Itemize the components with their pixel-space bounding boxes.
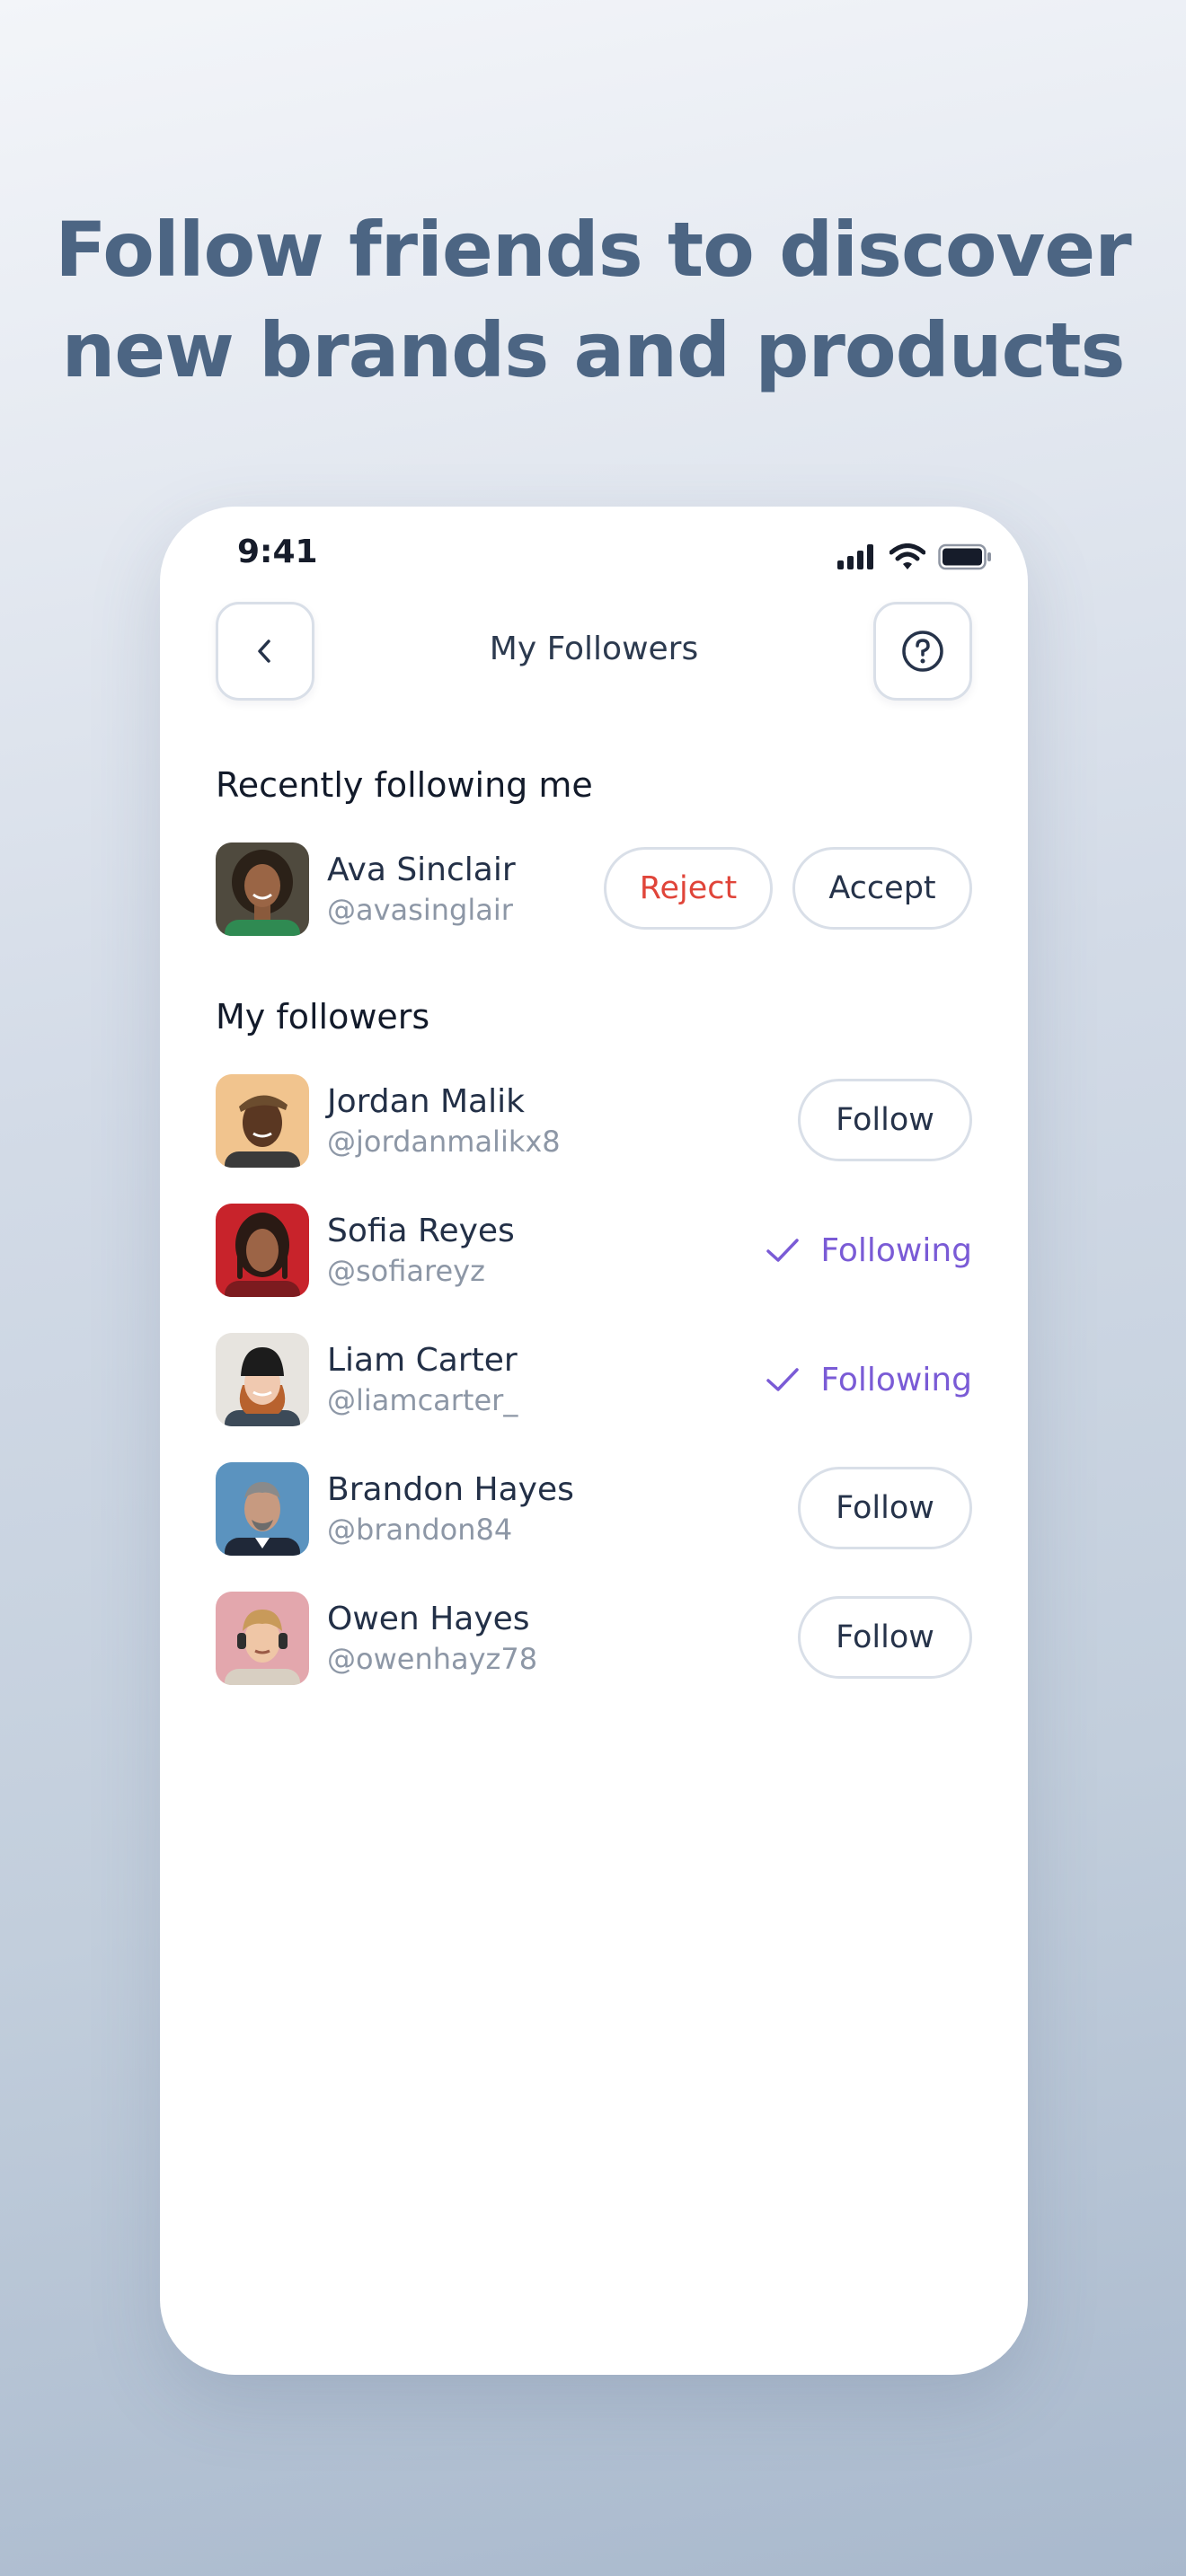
checkmark-icon <box>766 1239 800 1262</box>
follower-handle: @avasinglair <box>327 893 513 927</box>
help-button[interactable] <box>873 602 972 701</box>
follower-name: Brandon Hayes <box>327 1471 574 1508</box>
section-title-followers: My followers <box>216 997 430 1037</box>
follower-row: Jordan Malik @jordanmalikx8 Follow <box>216 1074 972 1168</box>
follow-button[interactable]: Follow <box>798 1079 972 1161</box>
follower-row: Liam Carter @liamcarter_ Following <box>216 1333 972 1426</box>
checkmark-icon <box>766 1368 800 1391</box>
following-label: Following <box>820 1361 972 1398</box>
reject-button[interactable]: Reject <box>604 847 773 930</box>
follower-name: Jordan Malik <box>327 1083 525 1120</box>
battery-icon <box>938 543 991 570</box>
follower-handle: @owenhayz78 <box>327 1642 538 1676</box>
headline: Follow friends to discover new brands an… <box>0 199 1186 401</box>
following-status[interactable]: Following <box>765 1356 972 1403</box>
follower-row: Brandon Hayes @brandon84 Follow <box>216 1462 972 1556</box>
section-title-recent: Recently following me <box>216 765 593 805</box>
avatar <box>216 1204 309 1297</box>
question-circle-icon <box>902 631 943 672</box>
follower-name: Sofia Reyes <box>327 1213 515 1249</box>
follower-name: Ava Sinclair <box>327 851 516 888</box>
avatar <box>216 1462 309 1556</box>
avatar <box>216 1333 309 1426</box>
follower-handle: @sofiareyz <box>327 1254 485 1288</box>
headline-line-1: Follow friends to discover <box>55 206 1131 294</box>
cellular-signal-icon <box>837 544 873 569</box>
follower-handle: @liamcarter_ <box>327 1383 518 1417</box>
status-icons <box>837 539 992 575</box>
follower-row: Owen Hayes @owenhayz78 Follow <box>216 1592 972 1685</box>
status-time: 9:41 <box>237 534 318 570</box>
accept-button[interactable]: Accept <box>792 847 972 930</box>
avatar <box>216 1592 309 1685</box>
avatar <box>216 1074 309 1168</box>
follower-handle: @brandon84 <box>327 1513 513 1547</box>
follower-name: Owen Hayes <box>327 1601 530 1637</box>
following-status[interactable]: Following <box>765 1227 972 1274</box>
headline-line-2: new brands and products <box>61 306 1125 394</box>
follow-request-row: Ava Sinclair @avasinglair Reject Accept <box>216 842 972 936</box>
wifi-icon <box>890 543 925 569</box>
follower-name: Liam Carter <box>327 1342 518 1379</box>
following-label: Following <box>820 1231 972 1269</box>
follow-button[interactable]: Follow <box>798 1596 972 1679</box>
follower-handle: @jordanmalikx8 <box>327 1125 561 1159</box>
phone-screen: 9:41 My Followers Recently following me … <box>160 507 1028 2375</box>
follower-row: Sofia Reyes @sofiareyz Following <box>216 1204 972 1297</box>
avatar <box>216 842 309 936</box>
follow-button[interactable]: Follow <box>798 1467 972 1549</box>
